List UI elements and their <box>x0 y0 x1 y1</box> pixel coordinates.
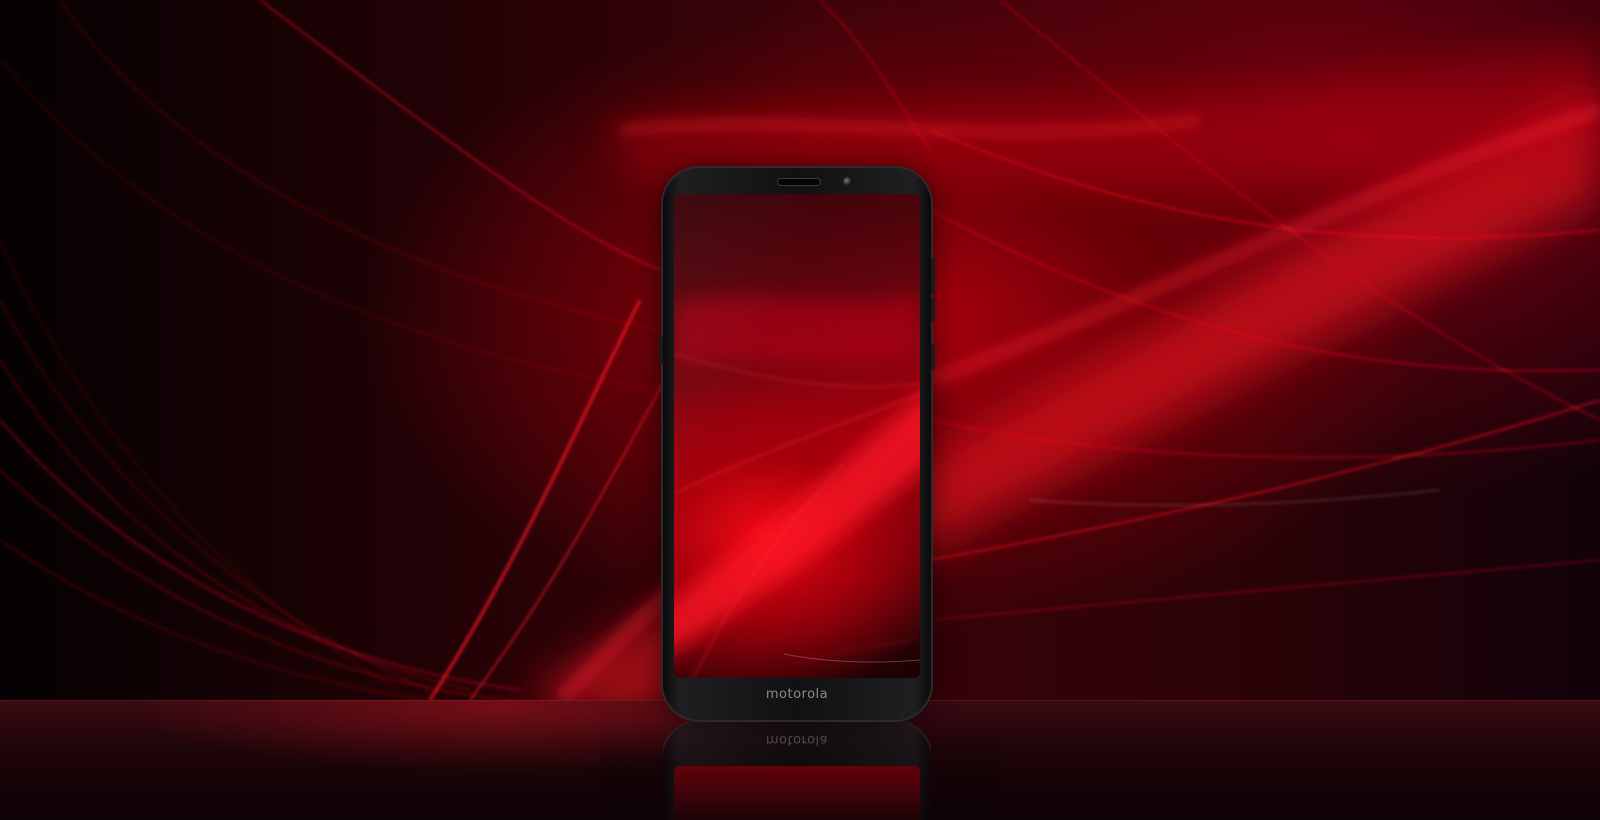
front-camera-icon <box>843 177 852 186</box>
smartphone: motorola <box>659 168 935 720</box>
earpiece-speaker <box>777 178 821 186</box>
sim-tray <box>659 336 663 364</box>
brand-logo: motorola <box>765 687 829 702</box>
screen-glare <box>674 194 920 678</box>
product-hero-scene: motorola <box>0 0 1600 820</box>
volume-button-lower <box>931 298 935 322</box>
power-button <box>931 344 935 370</box>
reflection-fade <box>600 722 1000 820</box>
phone-screen <box>674 194 920 678</box>
volume-button <box>931 258 935 294</box>
left-arc-streaks <box>0 0 661 713</box>
